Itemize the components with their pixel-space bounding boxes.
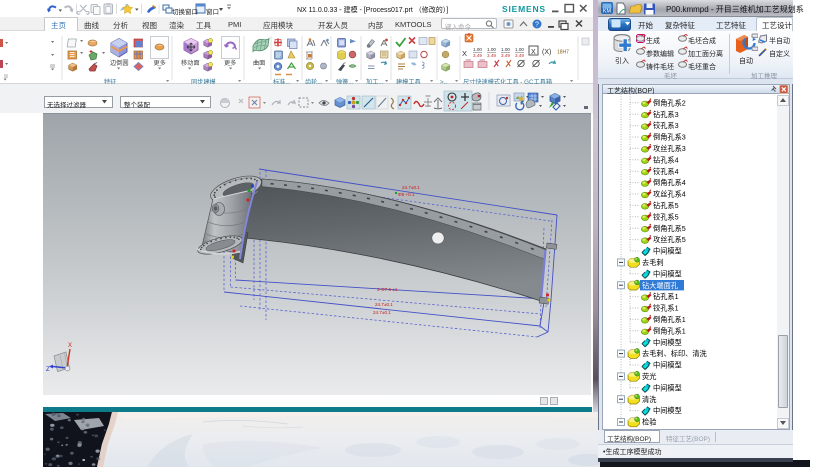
svg-text:清洗: 清洗 — [642, 395, 656, 404]
svg-text:1.00: 1.00 — [473, 47, 482, 52]
svg-text:24.7±0.1: 24.7±0.1 — [402, 185, 420, 190]
svg-text:中间模型: 中间模型 — [653, 269, 682, 278]
svg-text:倒角孔系2: 倒角孔系2 — [653, 98, 686, 107]
svg-text:3.49: 3.49 — [501, 53, 510, 58]
svg-text:3-Φ7.5 ±1: 3-Φ7.5 ±1 — [377, 287, 398, 292]
svg-text:倒角孔系3: 倒角孔系3 — [653, 133, 686, 142]
svg-text:铰孔系4: 铰孔系4 — [653, 167, 679, 176]
svg-text:X: X — [68, 343, 72, 349]
svg-text:铰孔系3: 铰孔系3 — [653, 121, 679, 130]
svg-text:倒角孔系5: 倒角孔系5 — [653, 224, 686, 233]
svg-text:移动面: 移动面 — [181, 59, 200, 67]
svg-text:X: X — [462, 49, 467, 58]
svg-text:Z: Z — [46, 367, 50, 373]
svg-text:攻丝孔系3: 攻丝孔系3 — [653, 144, 686, 153]
svg-text:钻孔系5: 钻孔系5 — [653, 201, 679, 210]
svg-text:检验: 检验 — [642, 418, 656, 427]
svg-text:(X): (X) — [542, 49, 551, 56]
svg-text:?: ? — [535, 22, 539, 29]
svg-text:倒角孔系1: 倒角孔系1 — [653, 315, 686, 324]
svg-text:3.49: 3.49 — [515, 53, 524, 58]
svg-text:1.00: 1.00 — [515, 47, 524, 52]
svg-text:1.00: 1.00 — [501, 47, 510, 52]
svg-text:Φ8 +0.1: Φ8 +0.1 — [398, 192, 415, 197]
svg-text:去毛刺、标印、清洗: 去毛刺、标印、清洗 — [642, 349, 707, 358]
svg-text:中间模型: 中间模型 — [653, 383, 682, 392]
svg-text:更多: 更多 — [224, 59, 236, 67]
svg-text:更多: 更多 — [154, 59, 166, 67]
svg-text:钻孔系4: 钻孔系4 — [653, 155, 679, 164]
svg-text:钻孔系3: 钻孔系3 — [653, 110, 679, 119]
svg-text:3.49: 3.49 — [473, 53, 482, 58]
svg-text:攻丝孔系5: 攻丝孔系5 — [653, 235, 686, 244]
svg-text:倒角孔系1: 倒角孔系1 — [653, 326, 686, 335]
svg-text:去毛刺: 去毛刺 — [642, 258, 664, 267]
svg-text:中间模型: 中间模型 — [653, 406, 682, 415]
svg-text:24.7±0.1: 24.7±0.1 — [375, 302, 393, 307]
svg-text:钻孔系1: 钻孔系1 — [653, 292, 679, 301]
svg-text:3.49: 3.49 — [487, 53, 496, 58]
svg-text:钻大端面孔: 钻大端面孔 — [642, 281, 678, 290]
svg-text:攻丝孔系4: 攻丝孔系4 — [653, 190, 686, 199]
svg-text:中间模型: 中间模型 — [653, 338, 682, 347]
svg-text:边倒圆: 边倒圆 — [110, 59, 129, 67]
svg-text:中间模型: 中间模型 — [653, 247, 682, 256]
svg-text:荧光: 荧光 — [642, 372, 656, 381]
svg-text:18H7: 18H7 — [557, 50, 569, 56]
svg-text:铰孔系5: 铰孔系5 — [653, 212, 679, 221]
svg-text:X: X — [531, 49, 536, 56]
svg-text:24.7±0.1: 24.7±0.1 — [373, 310, 391, 315]
svg-text:铰孔系1: 铰孔系1 — [653, 304, 679, 313]
svg-text:中间模型: 中间模型 — [653, 361, 682, 370]
svg-text:曲面: 曲面 — [253, 59, 265, 67]
svg-text:倒角孔系4: 倒角孔系4 — [653, 178, 686, 187]
svg-text:KM: KM — [603, 9, 612, 15]
svg-text:1.00: 1.00 — [487, 47, 496, 52]
